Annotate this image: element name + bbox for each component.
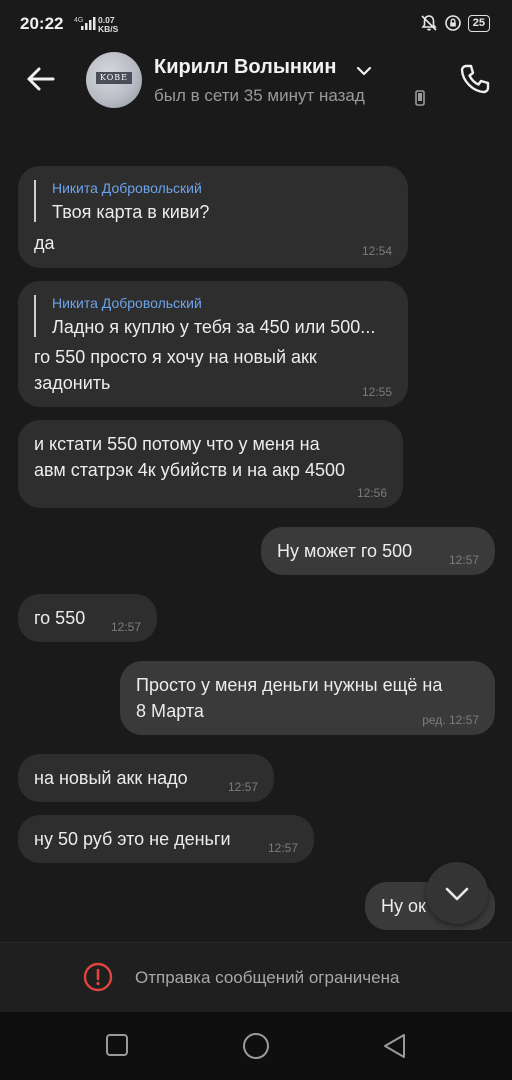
back-arrow-icon[interactable] [24,62,58,96]
message-text: Ну ок [381,896,426,916]
reply-author: Никита Добровольский [52,295,202,311]
messaging-restricted-bar: Отправка сообщений ограничена [0,942,512,1012]
signal-icon [81,17,96,30]
bell-off-icon [421,15,437,31]
message-text: на новый акк надо [34,768,188,788]
message-text: го 550 [34,608,86,628]
status-time: 20:22 [20,14,64,33]
chevron-down-icon [445,887,469,901]
scroll-to-bottom-button[interactable] [426,862,488,924]
message-text: да [34,233,55,253]
chat-header: KOBE Кирилл Волынкин был в сети 35 минут… [0,48,512,122]
message-text: ну 50 руб это не деньги [34,829,231,849]
message-text: задонить [34,373,111,393]
network-speed: 0.07 KB/S [98,16,118,34]
reply-quote-bar [34,295,36,337]
message-text: го 550 просто я хочу на новый акк [34,347,317,367]
battery-indicator: 25 [467,14,490,32]
message-time-value: 12:57 [448,713,479,727]
home-circle-icon[interactable] [242,1032,270,1060]
reply-text: Ладно я куплю у тебя за 450 или 500... [52,317,376,337]
last-seen-status: был в сети 35 минут назад [154,86,365,105]
message-text: Ну может го 500 [277,541,413,561]
status-icons: 25 [420,14,490,32]
reply-author: Никита Добровольский [52,180,202,196]
message-time: 12:55 [361,385,392,399]
restriction-text: Отправка сообщений ограничена [135,968,400,987]
message-time: 12:57 [110,620,141,634]
chevron-down-icon[interactable] [356,66,372,76]
message-text: Просто у меня деньги нужны ещё на [136,675,443,695]
status-bar: 20:22 4G 0.07 KB/S 25 [0,0,512,48]
message-time: 12:57 [448,553,479,567]
avatar-badge: KOBE [96,72,132,84]
contact-name[interactable]: Кирилл Волынкин [154,56,336,79]
message-bubble-incoming[interactable]: Никита Добровольский Ладно я куплю у теб… [18,281,408,407]
warning-icon [83,962,113,992]
message-time: 12:54 [361,244,392,258]
back-triangle-icon[interactable] [382,1032,408,1060]
reply-quote-bar [34,180,36,222]
message-bubble-incoming[interactable]: и кстати 550 потому что у меня на авм ст… [18,420,403,508]
message-time: 12:57 [267,841,298,855]
mobile-device-icon [415,90,425,106]
message-bubble-incoming[interactable]: на новый акк надо 12:57 [18,754,274,802]
system-navigation-bar [0,1012,512,1080]
message-time: 12:57 [227,780,258,794]
phone-call-icon[interactable] [458,62,492,96]
message-time: ред. 12:57 [422,713,479,727]
speed-unit: KB/S [98,24,119,34]
message-bubble-incoming[interactable]: ну 50 руб это не деньги 12:57 [18,815,314,863]
message-time: 12:56 [356,486,387,500]
message-bubble-incoming[interactable]: Никита Добровольский Твоя карта в киви? … [18,166,408,268]
avatar[interactable]: KOBE [86,52,142,108]
message-bubble-incoming[interactable]: го 550 12:57 [18,594,157,642]
lock-rotation-icon [444,15,461,31]
reply-text: Твоя карта в киви? [52,202,210,222]
message-bubble-outgoing[interactable]: Просто у меня деньги нужны ещё на 8 Март… [120,661,495,735]
recents-square-icon[interactable] [105,1032,129,1058]
message-text: авм статрэк 4к убийств и на акр 4500 [34,460,345,480]
edited-label: ред. [422,713,446,727]
message-text: 8 Марта [136,701,204,721]
message-bubble-outgoing[interactable]: Ну может го 500 12:57 [261,527,495,575]
message-text: и кстати 550 потому что у меня на [34,434,320,454]
